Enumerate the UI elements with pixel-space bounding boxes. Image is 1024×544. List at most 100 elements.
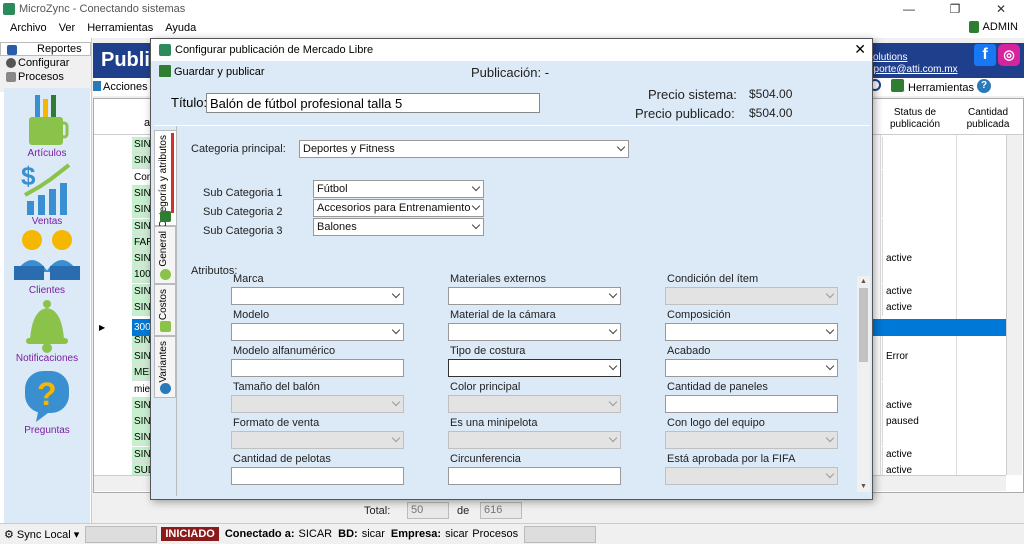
attr-select[interactable] (665, 323, 838, 341)
attr-text-input[interactable] (231, 467, 404, 485)
grid-status-cell[interactable]: active (882, 446, 956, 463)
attr-select[interactable] (665, 359, 838, 377)
grid-status-cell[interactable] (882, 365, 956, 382)
close-icon[interactable]: ✕ (854, 41, 866, 58)
grid-cell[interactable]: SINS (132, 300, 152, 316)
help-icon[interactable]: ? (977, 79, 991, 93)
facebook-icon[interactable]: f (974, 44, 996, 66)
attr-select[interactable] (448, 323, 621, 341)
attr-text-input[interactable] (665, 395, 838, 413)
attr-select[interactable] (231, 323, 404, 341)
menu-ayuda[interactable]: Ayuda (159, 22, 202, 34)
sync-local-button[interactable]: ⚙ Sync Local ▾ (4, 528, 79, 541)
grid-cell[interactable]: SINS (132, 251, 152, 268)
maximize-button[interactable]: ❐ (932, 0, 978, 18)
grid-col-cantidad[interactable]: Cantidad publicada (956, 107, 1020, 131)
grid-status-cell[interactable] (882, 185, 956, 202)
grid-status-cell[interactable] (882, 267, 956, 284)
nav-configurar[interactable]: Configurar (0, 56, 91, 70)
scroll-up-icon[interactable]: ▲ (860, 278, 867, 285)
sub-categoria-1-value: Fútbol (317, 183, 348, 195)
tab-variantes[interactable]: Variantes (154, 336, 176, 398)
grid-cell[interactable]: SINS (132, 153, 152, 170)
attr-select[interactable] (231, 287, 404, 305)
attr-select[interactable] (665, 287, 838, 305)
sub-categoria-1-select[interactable]: Fútbol (313, 180, 484, 198)
grid-cell[interactable]: SINS (132, 446, 152, 463)
acciones-button[interactable]: Acciones (103, 81, 148, 93)
grid-status-cell[interactable] (882, 381, 956, 398)
tab-costos[interactable]: Costos (154, 284, 176, 336)
herramientas-button[interactable]: Herramientas ▾ (908, 81, 983, 94)
attr-select[interactable] (448, 359, 621, 377)
grid-cell[interactable]: SINS (132, 397, 152, 414)
scroll-down-icon[interactable]: ▼ (860, 483, 867, 490)
grid-status-cell[interactable] (882, 234, 956, 251)
scrollbar-thumb[interactable] (859, 288, 868, 362)
grid-status-cell[interactable] (882, 430, 956, 447)
grid-cell[interactable]: SINS (132, 185, 152, 202)
grid-cell[interactable]: 100 (132, 267, 152, 284)
grid-cell[interactable]: MEI (132, 365, 152, 382)
attr-select[interactable] (448, 431, 621, 449)
nav-preguntas[interactable]: ? Preguntas (4, 368, 90, 436)
grid-cell[interactable]: SINS (132, 137, 152, 153)
grid-cell[interactable]: SINS (132, 430, 152, 447)
sub-categoria-3-select[interactable]: Balones (313, 218, 484, 236)
grid-status-cell[interactable]: paused (882, 414, 956, 431)
close-window-button[interactable]: ✕ (978, 0, 1024, 18)
grid-status-cell[interactable] (882, 218, 956, 235)
grid-status-cell[interactable]: active (882, 397, 956, 414)
attr-select[interactable] (665, 431, 838, 449)
grid-cell[interactable]: SINS (132, 283, 152, 300)
nav-ventas[interactable]: $ Ventas (4, 161, 90, 227)
attr-text-input[interactable] (448, 467, 621, 485)
nav-reportes[interactable]: Reportes (0, 42, 91, 56)
minimize-button[interactable]: — (886, 0, 932, 18)
attr-select[interactable] (448, 287, 621, 305)
grid-cell[interactable]: SINS (132, 414, 152, 431)
categoria-principal-select[interactable]: Deportes y Fitness (299, 140, 629, 158)
attr-select[interactable] (231, 431, 404, 449)
grid-cell[interactable]: FAR (132, 234, 152, 251)
grid-cell[interactable]: Com (132, 169, 152, 186)
grid-status-cell[interactable] (882, 137, 956, 153)
guardar-publicar-button[interactable]: Guardar y publicar (174, 66, 265, 78)
nav-clientes[interactable]: Clientes (4, 228, 90, 296)
email-link[interactable]: soporte@atti.com.mx (863, 64, 958, 75)
solutions-link[interactable]: olutions (873, 52, 907, 63)
titulo-input[interactable] (206, 93, 540, 113)
instagram-icon[interactable]: ◎ (998, 44, 1020, 66)
attr-select[interactable] (665, 467, 838, 485)
grid-status-cell[interactable] (882, 169, 956, 186)
nav-notificaciones[interactable]: Notificaciones (4, 298, 90, 364)
grid-status-cell[interactable]: active (882, 300, 956, 316)
attributes-scrollbar[interactable]: ▲ ▼ (857, 276, 870, 492)
attr-select[interactable] (448, 395, 621, 413)
menu-herramientas[interactable]: Herramientas (81, 22, 159, 34)
attr-text-input[interactable] (231, 359, 404, 377)
user-menu[interactable]: ADMIN (968, 21, 1018, 33)
nav-procesos[interactable]: Procesos (0, 70, 91, 84)
grid-cell[interactable]: mie (132, 381, 152, 398)
tab-general[interactable]: General (154, 226, 176, 284)
grid-vertical-scrollbar[interactable] (1006, 135, 1022, 475)
grid-divider (880, 135, 881, 475)
grid-status-cell[interactable]: active (882, 251, 956, 268)
grid-status-cell[interactable]: active (882, 283, 956, 300)
grid-status-cell[interactable] (882, 153, 956, 170)
grid-col-status[interactable]: Status de publicación (882, 107, 948, 131)
grid-cell[interactable]: SINS (132, 348, 152, 365)
sub-categoria-2-select[interactable]: Accesorios para Entrenamiento (313, 199, 484, 217)
grid-status-cell[interactable]: Error (882, 348, 956, 365)
grid-cell[interactable]: SINS (132, 202, 152, 219)
chevron-down-icon (608, 289, 618, 299)
menu-ver[interactable]: Ver (53, 22, 82, 34)
total-count: 50 (407, 502, 449, 519)
attr-select[interactable] (231, 395, 404, 413)
menu-archivo[interactable]: Archivo (4, 22, 53, 34)
grid-status-cell[interactable] (882, 202, 956, 219)
nav-articulos[interactable]: Artículos (4, 93, 90, 159)
tab-categoria[interactable]: Categoría y atributos (154, 130, 176, 228)
grid-cell[interactable]: SINS (132, 218, 152, 235)
